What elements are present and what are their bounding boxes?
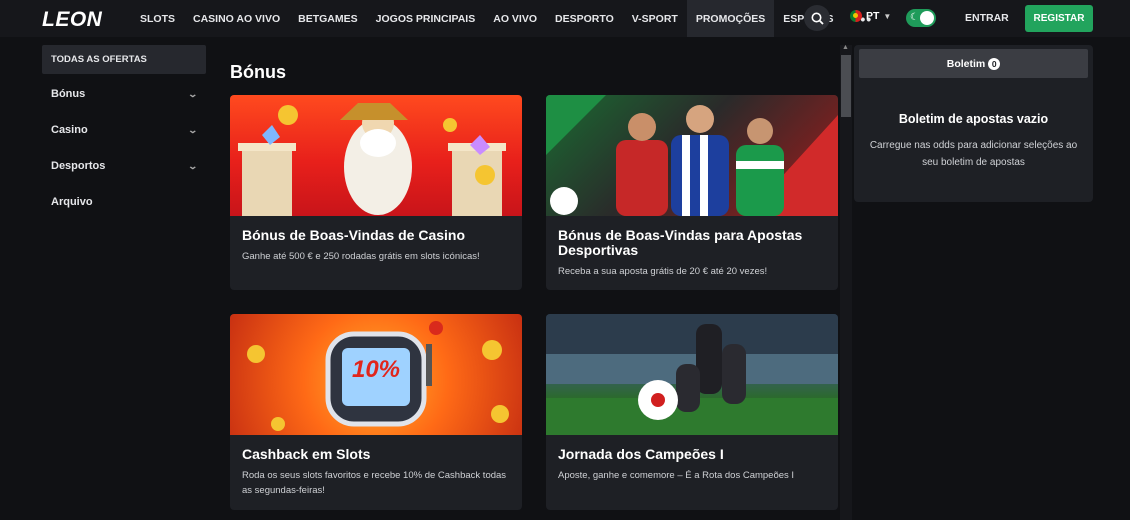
promotions-sidebar: TODAS AS OFERTAS Bónus ⌄ Casino ⌄ Despor…: [42, 45, 206, 220]
scroll-up-arrow-icon[interactable]: ▲: [842, 44, 849, 51]
card-description: Receba a sua aposta grátis de 20 € até 2…: [558, 266, 768, 277]
page-title: Bónus: [230, 62, 286, 82]
card-description: Aposte, ganhe e comemore – É a Rota dos …: [558, 470, 795, 481]
slot-machine-banner-image: 10%: [230, 314, 522, 435]
nav-item-live-casino[interactable]: CASINO AO VIVO: [184, 0, 289, 37]
nav-item-main-games[interactable]: JOGOS PRINCIPAIS: [367, 0, 485, 37]
chevron-down-icon: ⌄: [187, 88, 199, 99]
betslip-panel: Boletim 0 Boletim de apostas vazio Carre…: [854, 45, 1093, 202]
sidebar-item-bonus[interactable]: Bónus ⌄: [42, 76, 206, 112]
card-title: Bónus de Boas-Vindas para Apostas Despor…: [558, 227, 803, 258]
register-button[interactable]: REGISTAR: [1025, 5, 1093, 32]
nav-item-sport[interactable]: DESPORTO: [546, 0, 623, 37]
cashback-percent-badge: 10%: [351, 356, 401, 383]
sidebar-item-label: Bónus: [51, 88, 86, 100]
caret-down-icon: ▼: [883, 11, 892, 21]
betslip-empty-title: Boletim de apostas vazio: [898, 112, 1049, 126]
language-label: PT: [866, 10, 880, 22]
card-description: Roda os seus slots favoritos e recebe 10…: [242, 470, 507, 496]
card-title: Cashback em Slots: [242, 446, 371, 462]
casino-banner-art: [238, 103, 506, 216]
card-description: Ganhe até 500 € e 250 rodadas grátis em …: [242, 251, 480, 262]
promo-card-casino-welcome[interactable]: Bónus de Boas-Vindas de Casino Ganhe até…: [230, 95, 522, 290]
card-title: Jornada dos Campeões I: [558, 446, 724, 462]
toggle-knob: [920, 11, 934, 25]
scrollbar-thumb[interactable]: [841, 55, 851, 117]
top-navbar: LEON SLOTS CASINO AO VIVO BETGAMES JOGOS…: [0, 0, 1130, 37]
nav-item-promotions[interactable]: PROMOÇÕES: [686, 0, 775, 37]
betslip-empty-description: Carregue nas odds para adicionar seleçõe…: [869, 140, 1078, 168]
chevron-down-icon: ⌄: [187, 160, 199, 171]
chevron-down-icon: ⌄: [187, 124, 199, 135]
betslip-tab[interactable]: Boletim 0: [859, 49, 1088, 78]
sidebar-item-label: Casino: [51, 124, 88, 136]
sports-banner-art: [546, 95, 838, 216]
sidebar-item-archive[interactable]: Arquivo: [42, 184, 206, 220]
stadium-football-banner-image: [546, 314, 838, 435]
nav-item-betgames[interactable]: BETGAMES: [289, 0, 367, 37]
stadium-banner-art: [546, 314, 838, 435]
sidebar-item-all-offers[interactable]: TODAS AS OFERTAS: [42, 45, 206, 74]
portugal-flag-icon: [850, 10, 862, 22]
search-icon: [811, 12, 824, 25]
promo-card-champions-journey[interactable]: Jornada dos Campeões I Aposte, ganhe e c…: [546, 314, 838, 510]
leon-logo[interactable]: LEON: [42, 8, 102, 32]
sidebar-item-sports[interactable]: Desportos ⌄: [42, 148, 206, 184]
main-nav: SLOTS CASINO AO VIVO BETGAMES JOGOS PRIN…: [131, 0, 884, 37]
casino-zeus-banner-image: [230, 95, 522, 216]
language-selector[interactable]: PT ▼: [850, 10, 891, 22]
moon-icon: ☾: [910, 12, 919, 23]
theme-toggle[interactable]: ☾: [906, 9, 936, 27]
sidebar-item-casino[interactable]: Casino ⌄: [42, 112, 206, 148]
sidebar-item-label: TODAS AS OFERTAS: [51, 54, 147, 65]
betslip-tab-label: Boletim: [946, 57, 986, 70]
nav-item-live[interactable]: AO VIVO: [484, 0, 546, 37]
promo-card-sports-welcome[interactable]: Bónus de Boas-Vindas para Apostas Despor…: [546, 95, 838, 290]
football-players-banner-image: [546, 95, 838, 216]
nav-item-slots[interactable]: SLOTS: [131, 0, 184, 37]
search-button[interactable]: [804, 5, 830, 31]
card-title: Bónus de Boas-Vindas de Casino: [242, 227, 466, 243]
login-button[interactable]: ENTRAR: [965, 12, 1009, 24]
betslip-count-badge: 0: [988, 57, 1001, 70]
sidebar-item-label: Desportos: [51, 160, 106, 172]
nav-item-vsport[interactable]: V-SPORT: [623, 0, 687, 37]
sidebar-item-label: Arquivo: [51, 196, 93, 208]
promo-card-slots-cashback[interactable]: 10% Cashback em Slots Roda os seus slots…: [230, 314, 522, 510]
